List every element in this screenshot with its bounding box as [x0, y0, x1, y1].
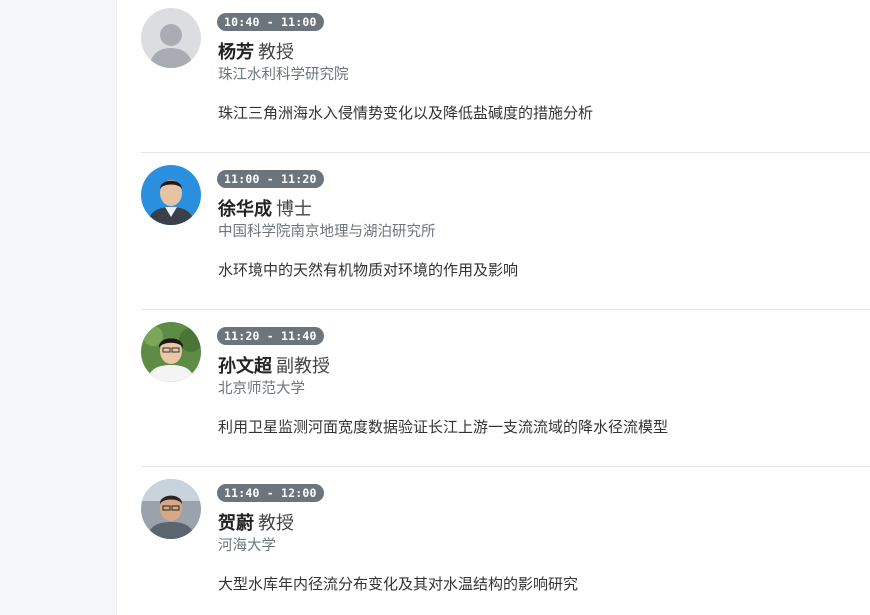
- speaker-affiliation: 中国科学院南京地理与湖泊研究所: [218, 224, 436, 240]
- divider: [141, 466, 870, 467]
- speaker-affiliation: 珠江水利科学研究院: [218, 67, 349, 83]
- talk-topic: 大型水库年内径流分布变化及其对水温结构的影响研究: [218, 575, 579, 593]
- time-badge: 10:40 - 11:00: [217, 13, 324, 31]
- talk-topic: 利用卫星监测河面宽度数据验证长江上游一支流流域的降水径流模型: [218, 418, 669, 436]
- default-avatar-icon: [141, 8, 201, 68]
- speaker-affiliation: 河海大学: [218, 538, 276, 554]
- divider: [141, 152, 870, 153]
- speaker-photo-avatar: [141, 165, 201, 225]
- time-badge: 11:40 - 12:00: [217, 484, 324, 502]
- speaker-name-line: 徐华成 博士: [218, 195, 312, 221]
- page: 10:40 - 11:00 杨芳 教授 珠江水利科学研究院 珠江三角洲海水入侵情势…: [0, 0, 870, 615]
- speaker-rank: 教授: [258, 513, 294, 534]
- speaker-name: 徐华成: [218, 199, 272, 220]
- speaker-affiliation: 北京师范大学: [218, 381, 305, 397]
- speaker-photo-avatar: [141, 322, 201, 382]
- speaker-name-line: 贺蔚 教授: [218, 509, 294, 535]
- speaker-name-line: 孙文超 副教授: [218, 352, 330, 378]
- speaker-rank: 教授: [258, 42, 294, 63]
- talk-topic: 水环境中的天然有机物质对环境的作用及影响: [218, 261, 519, 279]
- left-rail: [0, 0, 117, 615]
- speaker-name: 贺蔚: [218, 513, 254, 534]
- time-badge: 11:00 - 11:20: [217, 170, 324, 188]
- time-badge: 11:20 - 11:40: [217, 327, 324, 345]
- speaker-rank: 博士: [276, 199, 312, 220]
- speaker-rank: 副教授: [276, 356, 330, 377]
- speaker-name-line: 杨芳 教授: [218, 38, 294, 64]
- talk-topic: 珠江三角洲海水入侵情势变化以及降低盐碱度的措施分析: [218, 104, 594, 122]
- speaker-name: 杨芳: [218, 42, 254, 63]
- speaker-photo-avatar: [141, 479, 201, 539]
- divider: [141, 309, 870, 310]
- speaker-name: 孙文超: [218, 356, 272, 377]
